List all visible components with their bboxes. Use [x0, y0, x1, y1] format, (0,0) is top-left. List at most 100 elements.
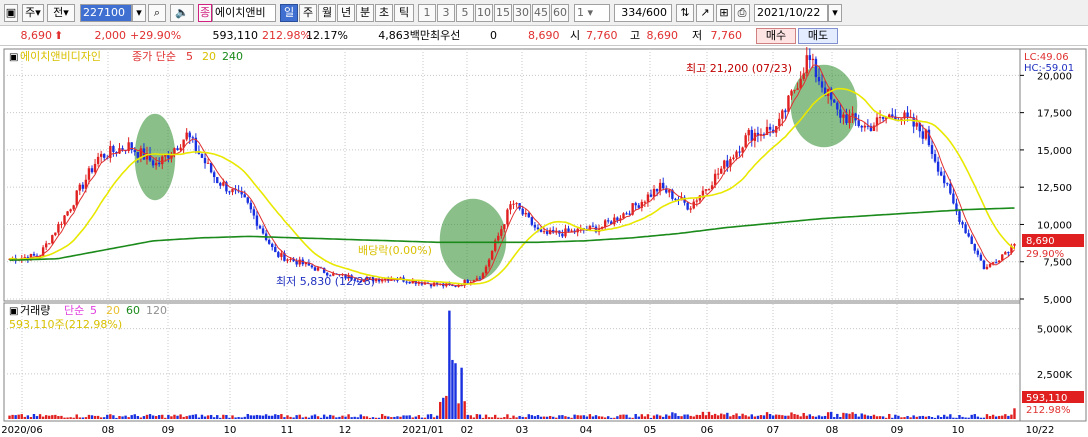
tab-week[interactable]: 주 [299, 4, 317, 22]
print-icon[interactable]: ⎙ [734, 4, 750, 22]
up-arrow-icon: ⬆ [54, 29, 64, 42]
stock-name-field[interactable]: 에이치앤비 [212, 4, 276, 22]
market-badge: 종 [198, 4, 212, 22]
tab-tick[interactable]: 틱 [394, 4, 414, 22]
volume-bar [891, 417, 894, 419]
period-label: 주 [25, 6, 36, 19]
volume-bar [762, 415, 766, 419]
sell-button[interactable]: 매도 [798, 28, 838, 44]
tab-second[interactable]: 초 [375, 4, 393, 22]
volume-bar [182, 416, 185, 419]
candle-body [112, 146, 115, 152]
candle-body [863, 125, 866, 128]
volume-bar [112, 415, 115, 419]
candle-body [952, 193, 955, 204]
x-tick-label: 10 [224, 425, 237, 436]
volume-bar [35, 416, 39, 419]
candle-body [209, 162, 213, 173]
period-3[interactable]: 3 [437, 4, 455, 22]
dropdown-icon[interactable]: ▾ [132, 4, 146, 22]
low-label: 저 [692, 29, 703, 42]
open-value: 7,760 [586, 29, 618, 42]
high-value: 8,690 [646, 29, 679, 42]
candle-body [173, 148, 176, 155]
period-1[interactable]: 1 [418, 4, 436, 22]
candle-body [487, 259, 491, 267]
tab-minute[interactable]: 분 [356, 4, 374, 22]
candle-body [533, 224, 537, 228]
candle-body [206, 162, 210, 164]
volume-bar [686, 414, 689, 419]
volume-bar [796, 414, 799, 419]
volume-bar [402, 415, 405, 419]
period-45[interactable]: 45 [532, 4, 550, 22]
volume-bar [194, 414, 198, 419]
date-field[interactable]: 2021/10/22 [754, 4, 828, 22]
candle-body [69, 209, 72, 212]
speaker-icon[interactable]: 🔈 [170, 4, 194, 22]
low-value: 7,760 [710, 29, 743, 42]
volume-bar [393, 416, 396, 419]
tab-year[interactable]: 년 [337, 4, 355, 22]
info-bar: 8,690 ⬆ 2,000 +29.90% 593,110 212.98% 12… [0, 26, 1088, 46]
toolbar: ▣ 주▾ 전▾ 227100 ▾ ⌕ 🔈 종 에이치앤비 일 주 월 년 분 초… [0, 0, 1088, 26]
candle-body [603, 220, 607, 227]
count-field[interactable]: 334/600 [614, 4, 672, 22]
candle-body [506, 209, 509, 225]
volume-bar [817, 415, 821, 419]
candle-body [979, 254, 983, 261]
ma-prefix: 종가 단순 [132, 50, 176, 63]
settings-icon[interactable]: ⊞ [716, 4, 732, 22]
prev-button[interactable]: 전▾ [47, 4, 75, 22]
calendar-dropdown-icon[interactable]: ▾ [828, 4, 842, 22]
candle-body [408, 281, 411, 284]
volume-bar [283, 417, 286, 419]
candle-body [271, 243, 274, 248]
low-annotation: 최저 5,830 (12/28) [276, 275, 375, 288]
y-tick-label: 2,500K [1037, 370, 1073, 381]
volume-bar [295, 415, 298, 419]
tab-day[interactable]: 일 [280, 4, 298, 22]
candle-body [96, 156, 100, 164]
candle-body [570, 230, 573, 232]
code-input[interactable]: 227100 [80, 4, 132, 22]
volume-bar [998, 415, 1001, 419]
volume-bar [1004, 414, 1007, 419]
volume-bar [75, 414, 78, 419]
volume-bar [72, 417, 75, 419]
spin-field[interactable]: 1 ▾ [574, 4, 610, 22]
buy-button[interactable]: 매수 [756, 28, 796, 44]
draw-icon[interactable]: ↗ [696, 4, 714, 22]
period-select[interactable]: 주▾ [22, 4, 44, 22]
volume-bar [99, 417, 103, 419]
period-15[interactable]: 15 [494, 4, 512, 22]
volume-bar [497, 417, 500, 419]
x-tick-label: 08 [102, 425, 115, 436]
period-5[interactable]: 5 [456, 4, 474, 22]
tools-icon[interactable]: ⇅ [676, 4, 694, 22]
volume-bar [200, 414, 204, 419]
candle-body [274, 247, 277, 253]
volume-bar [237, 417, 240, 419]
search-icon[interactable]: ⌕ [148, 4, 166, 22]
period-60[interactable]: 60 [551, 4, 569, 22]
stock-chart[interactable]: 5,0007,50010,00012,50015,00017,50020,000… [0, 47, 1088, 437]
volume-bar [756, 415, 760, 419]
period-30[interactable]: 30 [513, 4, 531, 22]
candle-body [231, 188, 234, 193]
window-icon[interactable]: ▣ [4, 4, 18, 22]
tab-month[interactable]: 월 [318, 4, 336, 22]
volume-bar [915, 416, 918, 419]
volume-ma-60: 60 [126, 304, 140, 317]
candle-body [252, 209, 256, 216]
volume-bar [805, 415, 808, 419]
volume-bar [985, 414, 989, 419]
volume-bar [949, 414, 952, 419]
volume-bar [518, 415, 521, 419]
volume-bar [631, 417, 634, 419]
volume-bar [649, 417, 653, 419]
volume-bar [863, 414, 866, 419]
period-10[interactable]: 10 [475, 4, 493, 22]
volume-bar [671, 412, 674, 419]
candle-body [921, 131, 925, 139]
